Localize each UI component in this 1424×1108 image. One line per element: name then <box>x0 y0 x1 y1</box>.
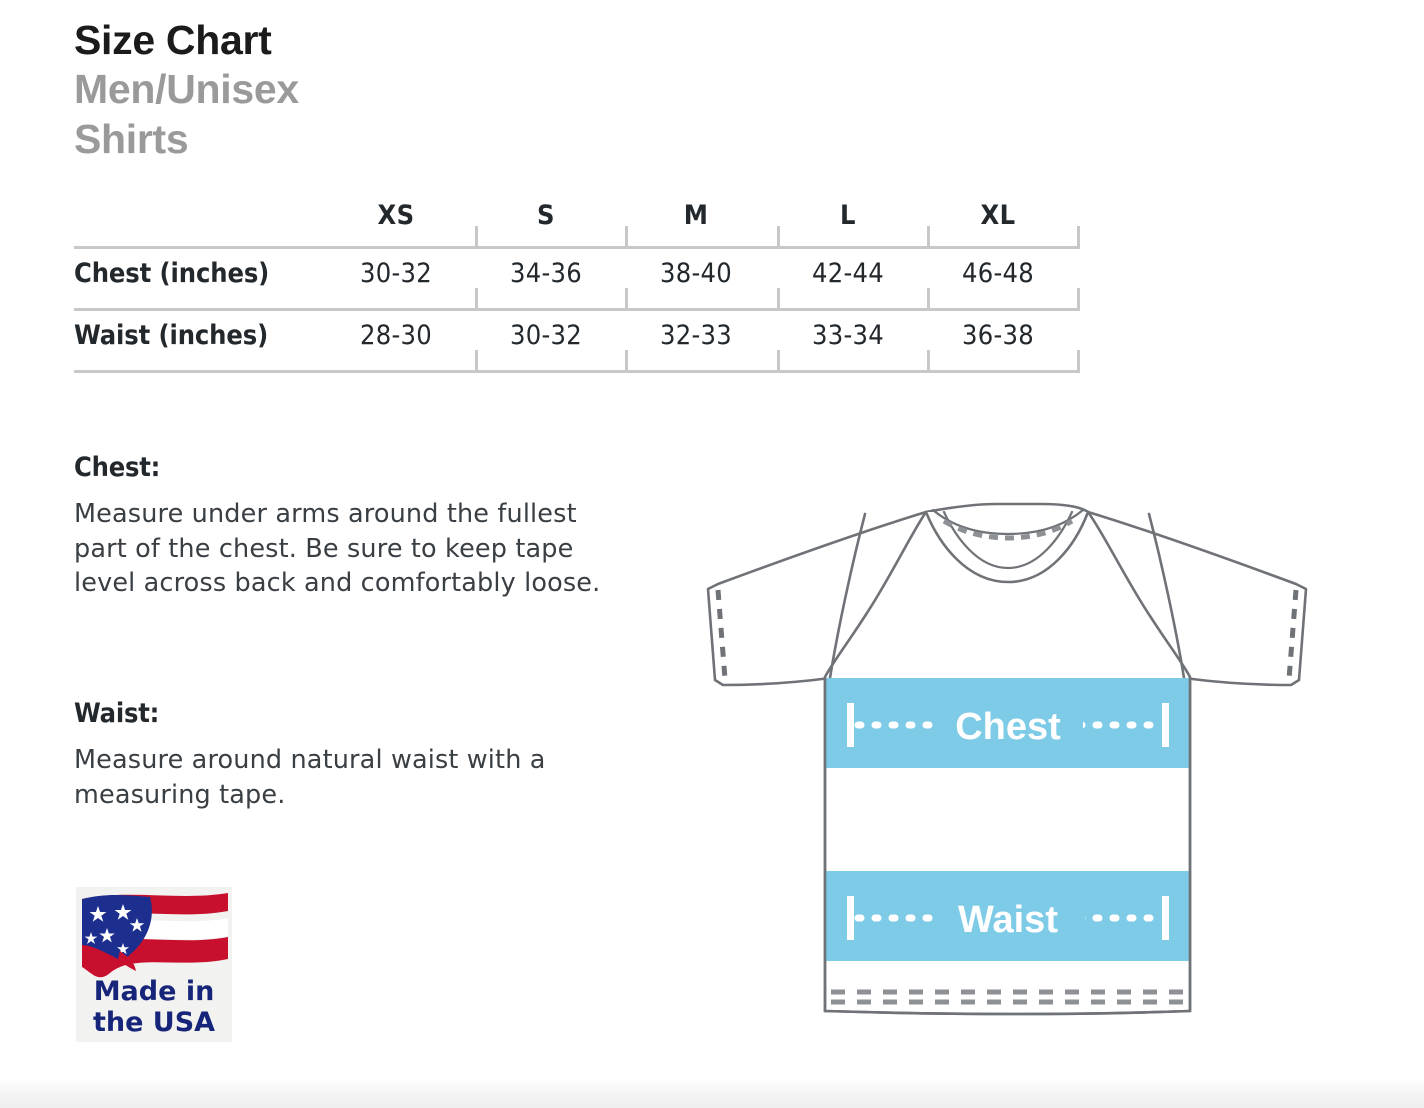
column-header-l: L <box>840 200 856 231</box>
waist-band-label: Waist <box>958 899 1058 941</box>
made-in-usa-flag-icon: Made in the USA <box>76 887 232 1042</box>
chest-band-label: Chest <box>955 706 1061 748</box>
column-divider-tick <box>1077 288 1080 308</box>
chest-instructions: Chest: Measure under arms around the ful… <box>74 452 614 601</box>
column-divider-tick <box>625 350 628 370</box>
chest-cap-left <box>847 703 854 747</box>
cell-chest-xs: 30-32 <box>359 258 433 289</box>
svg-text:Made in: Made in <box>94 976 215 1007</box>
column-divider-tick <box>625 226 628 246</box>
page-title-block: Size Chart Men/Unisex Shirts <box>74 16 694 164</box>
chest-instructions-body: Measure under arms around the fullest pa… <box>74 499 601 598</box>
column-header-s: S <box>537 200 555 231</box>
row-label-chest: Chest (inches) <box>74 258 270 289</box>
chest-instructions-heading: Chest: <box>74 452 161 483</box>
column-divider-tick <box>927 226 930 246</box>
page-title: Size Chart <box>74 17 272 63</box>
cell-chest-m: 38-40 <box>659 258 733 289</box>
column-divider-tick <box>1077 350 1080 370</box>
table-rule-bottom <box>74 370 1080 373</box>
column-divider-tick <box>475 288 478 308</box>
cell-waist-m: 32-33 <box>659 320 733 351</box>
chest-cap-right <box>1162 703 1169 747</box>
cell-chest-s: 34-36 <box>509 258 583 289</box>
column-divider-tick <box>927 350 930 370</box>
size-chart-page: Size Chart Men/Unisex Shirts XS S M L XL… <box>0 0 1424 1108</box>
tshirt-illustration: Chest Waist <box>690 488 1350 1048</box>
column-divider-tick <box>475 226 478 246</box>
cell-chest-xl: 46-48 <box>961 258 1035 289</box>
waist-instructions: Waist: Measure around natural waist with… <box>74 698 614 812</box>
made-in-usa-badge: Made in the USA <box>76 887 232 1042</box>
cell-waist-s: 30-32 <box>509 320 583 351</box>
column-divider-tick <box>927 288 930 308</box>
column-header-xl: XL <box>980 200 1016 231</box>
cell-waist-l: 33-34 <box>811 320 885 351</box>
column-header-m: M <box>683 200 709 231</box>
waist-cap-left <box>847 896 854 940</box>
row-label-waist: Waist (inches) <box>74 320 269 351</box>
column-divider-tick <box>777 350 780 370</box>
page-subtitle-line2: Shirts <box>74 116 189 162</box>
column-divider-tick <box>1077 226 1080 246</box>
cell-waist-xs: 28-30 <box>359 320 433 351</box>
column-divider-tick <box>625 288 628 308</box>
cell-waist-xl: 36-38 <box>961 320 1035 351</box>
page-bottom-edge <box>0 1078 1424 1108</box>
table-rule-top <box>74 246 1080 249</box>
waist-instructions-heading: Waist: <box>74 698 160 729</box>
column-divider-tick <box>475 350 478 370</box>
waist-instructions-body: Measure around natural waist with a meas… <box>74 745 546 810</box>
svg-text:the USA: the USA <box>93 1007 215 1038</box>
size-table: XS S M L XL Chest (inches) 30-32 34-36 3… <box>74 196 1080 378</box>
column-divider-tick <box>777 226 780 246</box>
column-header-xs: XS <box>377 200 415 231</box>
table-rule-middle <box>74 308 1080 311</box>
cell-chest-l: 42-44 <box>811 258 885 289</box>
page-subtitle-line1: Men/Unisex <box>74 66 299 112</box>
waist-cap-right <box>1162 896 1169 940</box>
column-divider-tick <box>777 288 780 308</box>
